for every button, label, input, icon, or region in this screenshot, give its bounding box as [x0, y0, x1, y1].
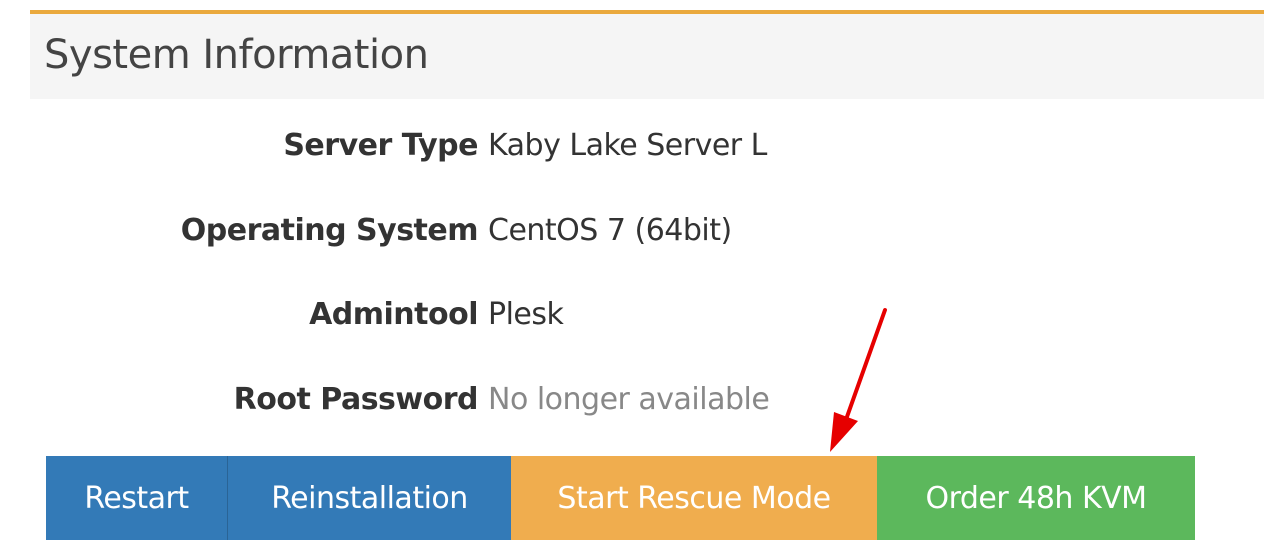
root-password-label: Root Password	[233, 382, 479, 417]
reinstallation-button[interactable]: Reinstallation	[228, 456, 511, 540]
operating-system-value: CentOS 7 (64bit)	[488, 213, 732, 248]
info-row-root-password: Root Password No longer available	[30, 382, 1264, 422]
info-row-admintool: Admintool Plesk	[30, 297, 1264, 337]
panel-heading: System Information	[30, 14, 1264, 99]
admintool-label: Admintool	[309, 297, 478, 332]
restart-button[interactable]: Restart	[46, 456, 228, 540]
info-row-operating-system: Operating System CentOS 7 (64bit)	[30, 213, 1264, 253]
server-type-label: Server Type	[283, 128, 478, 163]
panel-title: System Information	[44, 32, 429, 78]
operating-system-label: Operating System	[180, 213, 479, 248]
action-button-group: Restart Reinstallation Start Rescue Mode…	[46, 456, 1195, 540]
order-kvm-button[interactable]: Order 48h KVM	[877, 456, 1195, 540]
admintool-value: Plesk	[488, 297, 564, 332]
server-type-value: Kaby Lake Server L	[488, 128, 767, 163]
info-row-server-type: Server Type Kaby Lake Server L	[30, 128, 1264, 168]
start-rescue-mode-button[interactable]: Start Rescue Mode	[511, 456, 877, 540]
root-password-value: No longer available	[488, 382, 770, 417]
